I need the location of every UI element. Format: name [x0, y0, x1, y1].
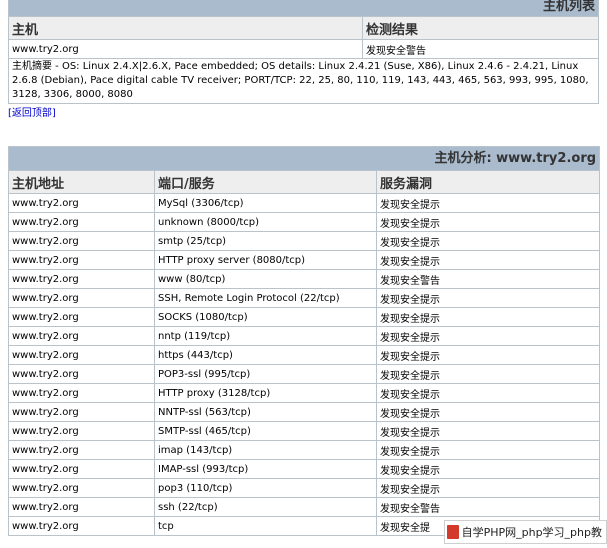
back-to-top-label: [返回顶部]: [8, 108, 56, 119]
table-row: www.try2.org HTTP proxy server (8080/tcp)…: [8, 250, 601, 270]
address-cell: www.try2.org: [8, 364, 155, 384]
port-cell[interactable]: ssh (22/tcp): [154, 497, 377, 517]
port-cell[interactable]: SSH, Remote Login Protocol (22/tcp): [154, 288, 377, 308]
table-row: www.try2.org MySql (3306/tcp) 发现安全提示: [8, 193, 601, 213]
vuln-cell[interactable]: 发现安全提示: [375, 231, 601, 251]
vuln-cell[interactable]: 发现安全提示: [375, 345, 601, 365]
table-row: www.try2.org imap (143/tcp) 发现安全提示: [8, 440, 601, 460]
table-row: www.try2.org www (80/tcp) 发现安全警告: [8, 269, 601, 289]
port-cell[interactable]: NNTP-ssl (563/tcp): [154, 402, 377, 422]
table-row: www.try2.org SSH, Remote Login Protocol (…: [8, 288, 601, 308]
host-summary: 主机摘要 - OS: Linux 2.4.X|2.6.X, Pace embed…: [7, 58, 600, 104]
vuln-cell[interactable]: 发现安全警告: [375, 269, 601, 289]
table-row: www.try2.org 发现安全警告: [8, 39, 600, 59]
address-cell: www.try2.org: [8, 459, 155, 479]
port-cell[interactable]: HTTP proxy server (8080/tcp): [154, 250, 377, 270]
address-cell: www.try2.org: [8, 421, 155, 441]
back-to-top-link[interactable]: [返回顶部]: [8, 104, 56, 119]
result-column-header: 检测结果: [361, 16, 600, 40]
vuln-cell[interactable]: 发现安全提示: [375, 288, 601, 308]
address-cell: www.try2.org: [8, 478, 155, 498]
port-cell[interactable]: pop3 (110/tcp): [154, 478, 377, 498]
table-row: www.try2.org pop3 (110/tcp) 发现安全提示: [8, 478, 601, 498]
address-cell: www.try2.org: [8, 440, 155, 460]
address-cell: www.try2.org: [8, 497, 155, 517]
address-column-header: 主机地址: [8, 170, 155, 194]
address-cell: www.try2.org: [8, 193, 155, 213]
port-cell[interactable]: SMTP-ssl (465/tcp): [154, 421, 377, 441]
port-cell[interactable]: MySql (3306/tcp): [154, 193, 377, 213]
address-cell: www.try2.org: [8, 307, 155, 327]
host-cell[interactable]: www.try2.org: [8, 39, 363, 59]
port-cell[interactable]: unknown (8000/tcp): [154, 212, 377, 232]
address-cell: www.try2.org: [8, 288, 155, 308]
vuln-cell[interactable]: 发现安全提示: [375, 250, 601, 270]
site-logo-icon: [446, 525, 459, 539]
vuln-cell[interactable]: 发现安全提示: [375, 307, 601, 327]
table-row: www.try2.org smtp (25/tcp) 发现安全提示: [8, 231, 601, 251]
port-cell[interactable]: SOCKS (1080/tcp): [154, 307, 377, 327]
vuln-cell[interactable]: 发现安全提示: [375, 402, 601, 422]
site-watermark: 自学PHP网_php学习_php教: [443, 520, 607, 544]
vuln-cell[interactable]: 发现安全提示: [375, 440, 601, 460]
vuln-cell[interactable]: 发现安全提示: [375, 326, 601, 346]
table-row: www.try2.org unknown (8000/tcp) 发现安全提示: [8, 212, 601, 232]
table-row: www.try2.org IMAP-ssl (993/tcp) 发现安全提示: [8, 459, 601, 479]
port-cell[interactable]: https (443/tcp): [154, 345, 377, 365]
host-analysis-title: 主机分析: www.try2.org: [7, 146, 601, 171]
watermark-text: 自学PHP网_php学习_php教: [461, 526, 602, 539]
address-cell: www.try2.org: [8, 250, 155, 270]
port-cell[interactable]: POP3-ssl (995/tcp): [154, 364, 377, 384]
host-column-header: 主机: [8, 16, 363, 40]
address-cell: www.try2.org: [8, 383, 155, 403]
port-column-header: 端口/服务: [154, 170, 377, 194]
port-cell[interactable]: IMAP-ssl (993/tcp): [154, 459, 377, 479]
table-row: www.try2.org https (443/tcp) 发现安全提示: [8, 345, 601, 365]
vuln-cell[interactable]: 发现安全提示: [375, 212, 601, 232]
port-cell[interactable]: www (80/tcp): [154, 269, 377, 289]
host-list-title: 主机列表: [7, 0, 600, 17]
address-cell: www.try2.org: [8, 516, 155, 536]
host-list-table: 主机列表 主机 检测结果 www.try2.org 发现安全警告 主机摘要 - …: [7, 0, 600, 104]
vuln-cell[interactable]: 发现安全提示: [375, 193, 601, 213]
result-cell[interactable]: 发现安全警告: [361, 39, 600, 59]
table-row: www.try2.org POP3-ssl (995/tcp) 发现安全提示: [8, 364, 601, 384]
vuln-column-header: 服务漏洞: [375, 170, 601, 194]
table-row: www.try2.org SMTP-ssl (465/tcp) 发现安全提示: [8, 421, 601, 441]
address-cell: www.try2.org: [8, 269, 155, 289]
port-cell[interactable]: tcp: [154, 516, 377, 536]
analysis-rows: www.try2.org MySql (3306/tcp) 发现安全提示 www.tr…: [8, 193, 601, 536]
table-row: www.try2.org SOCKS (1080/tcp) 发现安全提示: [8, 307, 601, 327]
port-cell[interactable]: HTTP proxy (3128/tcp): [154, 383, 377, 403]
address-cell: www.try2.org: [8, 231, 155, 251]
table-row: www.try2.org nntp (119/tcp) 发现安全提示: [8, 326, 601, 346]
address-cell: www.try2.org: [8, 326, 155, 346]
vuln-cell[interactable]: 发现安全提示: [375, 364, 601, 384]
vuln-cell[interactable]: 发现安全警告: [375, 497, 601, 517]
address-cell: www.try2.org: [8, 212, 155, 232]
vuln-cell[interactable]: 发现安全提示: [375, 459, 601, 479]
vuln-cell[interactable]: 发现安全提示: [375, 421, 601, 441]
table-row: www.try2.org NNTP-ssl (563/tcp) 发现安全提示: [8, 402, 601, 422]
address-cell: www.try2.org: [8, 345, 155, 365]
address-cell: www.try2.org: [8, 402, 155, 422]
port-cell[interactable]: nntp (119/tcp): [154, 326, 377, 346]
table-row: www.try2.org ssh (22/tcp) 发现安全警告: [8, 497, 601, 517]
table-row: www.try2.org HTTP proxy (3128/tcp) 发现安全提示: [8, 383, 601, 403]
port-cell[interactable]: smtp (25/tcp): [154, 231, 377, 251]
host-analysis-table: 主机分析: www.try2.org 主机地址 端口/服务 服务漏洞 www.t…: [7, 146, 601, 536]
vuln-cell[interactable]: 发现安全提示: [375, 478, 601, 498]
vuln-cell[interactable]: 发现安全提示: [375, 383, 601, 403]
port-cell[interactable]: imap (143/tcp): [154, 440, 377, 460]
